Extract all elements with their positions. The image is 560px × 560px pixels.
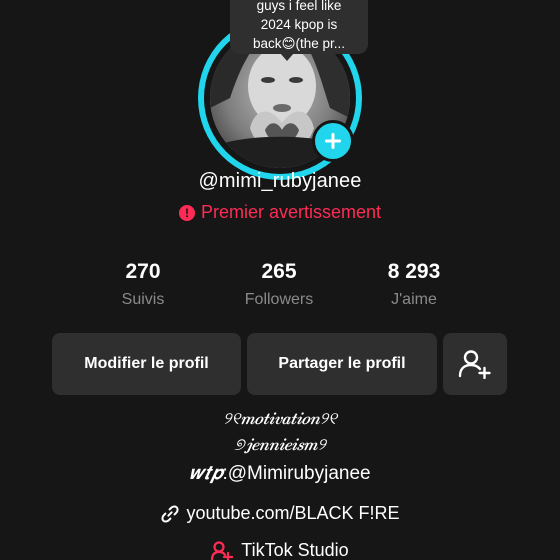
share-profile-button[interactable]: Partager le profil	[247, 333, 437, 395]
link-icon	[161, 504, 180, 523]
edit-profile-button[interactable]: Modifier le profil	[52, 333, 241, 395]
stat-label: Followers	[244, 291, 314, 308]
plus-icon	[325, 133, 341, 149]
add-friend-button[interactable]	[443, 333, 507, 395]
stat-label: Suivis	[121, 291, 165, 308]
stat-followers[interactable]: 265 Followers	[219, 258, 339, 309]
stat-value: 265	[261, 260, 297, 283]
tiktok-studio-label: TikTok Studio	[241, 540, 349, 560]
tiktok-studio-icon	[211, 540, 234, 560]
add-user-icon	[458, 350, 491, 379]
account-warning[interactable]: ! Premier avertissement	[0, 202, 560, 223]
exclamation-icon: !	[178, 204, 195, 221]
profile-stats: 270 Suivis 265 Followers 8 293 J'aime	[0, 258, 560, 318]
bio-line: 𝒘𝒕𝒑:@Mimirubyjanee	[0, 462, 560, 485]
warning-text: Premier avertissement	[200, 202, 382, 222]
note-bubble-tail	[280, 53, 294, 61]
stat-following[interactable]: 270 Suivis	[83, 258, 203, 309]
profile-page: guys i feel like 2024 kpop is back😊(the …	[0, 0, 560, 560]
stat-value: 8 293	[387, 260, 441, 283]
stat-label: J'aime	[391, 291, 437, 308]
profile-note-bubble[interactable]: guys i feel like 2024 kpop is back😊(the …	[230, 0, 368, 54]
bio-link-text: youtube.com/BLACK F!RE	[186, 503, 400, 523]
note-line: back😊(the pr...	[252, 36, 346, 51]
stat-value: 270	[125, 260, 161, 283]
bio-prefix: 𝒘𝒕𝒑	[189, 462, 223, 484]
tiktok-studio-link[interactable]: TikTok Studio	[0, 540, 560, 560]
bio-link[interactable]: youtube.com/BLACK F!RE	[0, 503, 560, 524]
add-story-button[interactable]	[312, 120, 354, 162]
note-line: guys i feel like	[256, 0, 342, 13]
note-line: 2024 kpop is	[260, 17, 338, 32]
bio-handle: :@Mimirubyjanee	[222, 463, 371, 484]
stat-likes[interactable]: 8 293 J'aime	[354, 258, 474, 309]
username: @mimi_rubyjanee	[198, 170, 362, 192]
bio-line: ୨୧𝒎𝒐𝒕𝒊𝒗𝒂𝒕𝒊𝒐𝒏୨୧	[222, 409, 337, 429]
bio-line: ୭𝒋𝒆𝒏𝒏𝒊𝒆𝒊𝒔𝒎୨	[234, 435, 326, 455]
